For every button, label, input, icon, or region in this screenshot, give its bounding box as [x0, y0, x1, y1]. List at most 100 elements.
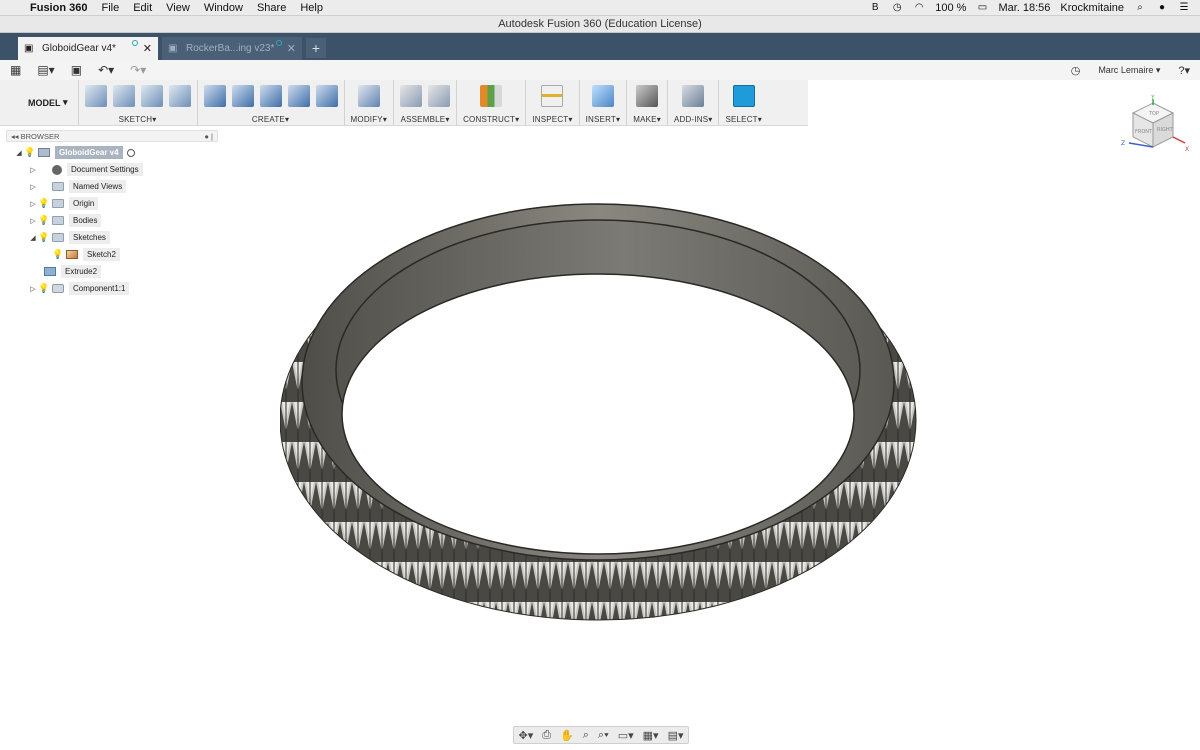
- sweep-icon[interactable]: [315, 85, 338, 107]
- create-menu[interactable]: CREATE▾: [252, 115, 289, 124]
- mirror-icon[interactable]: [168, 85, 191, 107]
- scripts-icon[interactable]: [682, 85, 705, 107]
- battery-icon[interactable]: ▭: [976, 2, 988, 13]
- assemble-menu[interactable]: ASSEMBLE▾: [401, 115, 450, 124]
- tree-root[interactable]: ◢ 💡 GloboidGear v4: [6, 144, 218, 161]
- expand-arrow-icon[interactable]: ▷: [28, 217, 38, 225]
- globoid-gear-model[interactable]: [280, 202, 920, 622]
- visibility-bulb-icon[interactable]: 💡: [24, 147, 35, 158]
- visibility-bulb-icon[interactable]: 💡: [38, 283, 49, 294]
- display-settings-icon[interactable]: ▭▾: [618, 729, 634, 742]
- sketch-icon: [66, 250, 78, 259]
- tab-label: GloboidGear v4*: [42, 43, 116, 54]
- loft-icon[interactable]: [287, 85, 310, 107]
- addins-menu[interactable]: ADD-INS▾: [674, 115, 713, 124]
- wifi-icon[interactable]: ◠: [913, 2, 925, 13]
- select-menu[interactable]: SELECT▾: [725, 115, 762, 124]
- menu-view[interactable]: View: [166, 2, 190, 14]
- zoom-icon[interactable]: ⌕: [583, 729, 589, 742]
- 3d-print-icon[interactable]: [636, 85, 659, 107]
- insert-group: INSERT▾: [580, 80, 628, 125]
- select-icon[interactable]: [732, 85, 755, 107]
- new-component-icon[interactable]: [400, 85, 423, 107]
- expand-arrow-icon[interactable]: ▷: [28, 285, 38, 293]
- rectangle-icon[interactable]: [140, 85, 163, 107]
- menu-help[interactable]: Help: [300, 2, 323, 14]
- collapse-arrow-icon[interactable]: ◢: [28, 234, 38, 242]
- collapse-browser-icon[interactable]: ◂◂: [11, 132, 21, 141]
- measure-icon[interactable]: [541, 85, 564, 107]
- orbit-icon[interactable]: ✥▾: [519, 729, 534, 742]
- tree-item-named-views[interactable]: ▷ Named Views: [6, 178, 218, 195]
- help-icon[interactable]: ?▾: [1178, 64, 1190, 77]
- viewports-icon[interactable]: ▤▾: [668, 729, 684, 742]
- inspect-menu[interactable]: INSPECT▾: [532, 115, 572, 124]
- siri-icon[interactable]: ●: [1156, 2, 1168, 13]
- job-status-icon[interactable]: ◷: [1071, 64, 1081, 77]
- viewcube-right-label: RIGHT: [1157, 127, 1174, 133]
- tree-item-extrude2[interactable]: Extrude2: [6, 263, 218, 280]
- clock[interactable]: Mar. 18:56: [998, 2, 1050, 14]
- close-tab-icon[interactable]: ✕: [287, 42, 296, 55]
- tree-item-document-settings[interactable]: ▷ Document Settings: [6, 161, 218, 178]
- revolve-icon[interactable]: [231, 85, 254, 107]
- data-panel-grid-icon[interactable]: ▦: [10, 63, 21, 77]
- create-group: CREATE▾: [198, 80, 345, 125]
- visibility-bulb-icon[interactable]: 💡: [38, 215, 49, 226]
- account-menu[interactable]: Marc Lemaire ▾: [1098, 65, 1160, 76]
- file-menu-icon[interactable]: ▤▾: [37, 63, 54, 77]
- offset-plane-icon[interactable]: [480, 85, 503, 107]
- tree-item-component1[interactable]: ▷ 💡 Component1:1: [6, 280, 218, 297]
- spotlight-icon[interactable]: ⌕: [1134, 2, 1146, 13]
- tab-rockerbearing[interactable]: ▣ RockerBa...ing v23* ✕: [162, 37, 302, 60]
- 3d-viewport[interactable]: [220, 126, 1200, 724]
- tree-item-sketches[interactable]: ◢ 💡 Sketches: [6, 229, 218, 246]
- sketch-menu[interactable]: SKETCH▾: [119, 115, 157, 124]
- visibility-bulb-icon[interactable]: 💡: [52, 249, 63, 260]
- tab-globoidgear[interactable]: ▣ GloboidGear v4* ✕: [18, 37, 158, 60]
- visibility-bulb-icon[interactable]: 💡: [38, 198, 49, 209]
- close-tab-icon[interactable]: ✕: [143, 42, 152, 55]
- redo-icon[interactable]: ↷▾: [130, 63, 146, 77]
- menu-share[interactable]: Share: [257, 2, 286, 14]
- menu-window[interactable]: Window: [204, 2, 243, 14]
- browser-close-icon[interactable]: |: [209, 132, 213, 141]
- activate-radio[interactable]: [126, 148, 135, 157]
- grid-settings-icon[interactable]: ▦▾: [643, 729, 659, 742]
- create-sketch-icon[interactable]: [84, 85, 107, 107]
- insert-image-icon[interactable]: [591, 85, 614, 107]
- expand-arrow-icon[interactable]: ▷: [28, 166, 38, 174]
- modify-menu[interactable]: MODIFY▾: [351, 115, 388, 124]
- spline-icon[interactable]: [112, 85, 135, 107]
- expand-arrow-icon[interactable]: ◢: [14, 149, 24, 157]
- time-machine-icon[interactable]: ◷: [891, 2, 903, 13]
- undo-icon[interactable]: ↶▾: [98, 63, 114, 77]
- fit-icon[interactable]: ⌕▾: [598, 729, 609, 742]
- app-name-menu[interactable]: Fusion 360: [30, 2, 87, 14]
- extrude-icon[interactable]: [203, 85, 226, 107]
- bluetooth-icon[interactable]: B: [869, 2, 881, 13]
- pan-icon[interactable]: ✋: [560, 729, 574, 742]
- modify-group: MODIFY▾: [345, 80, 395, 125]
- tree-item-bodies[interactable]: ▷ 💡 Bodies: [6, 212, 218, 229]
- press-pull-icon[interactable]: [357, 85, 380, 107]
- visibility-bulb-icon[interactable]: 💡: [38, 232, 49, 243]
- notification-center-icon[interactable]: ☰: [1178, 2, 1190, 13]
- mirror-body-icon[interactable]: [259, 85, 282, 107]
- joint-icon[interactable]: [428, 85, 451, 107]
- insert-menu[interactable]: INSERT▾: [586, 115, 621, 124]
- menu-edit[interactable]: Edit: [133, 2, 152, 14]
- user-menu[interactable]: Krockmitaine: [1060, 2, 1124, 14]
- tree-item-origin[interactable]: ▷ 💡 Origin: [6, 195, 218, 212]
- make-menu[interactable]: MAKE▾: [633, 115, 661, 124]
- save-icon[interactable]: ▣: [71, 63, 82, 77]
- expand-arrow-icon[interactable]: ▷: [28, 200, 38, 208]
- look-at-icon[interactable]: ⎙: [542, 729, 551, 742]
- menu-file[interactable]: File: [101, 2, 119, 14]
- tree-item-sketch2[interactable]: 💡 Sketch2: [6, 246, 218, 263]
- expand-arrow-icon[interactable]: ▷: [28, 183, 38, 191]
- workspace-dropdown[interactable]: MODEL ▾: [8, 80, 79, 125]
- view-cube[interactable]: TOP FRONT RIGHT Y Z X: [1115, 94, 1195, 165]
- new-tab-button[interactable]: +: [306, 38, 326, 58]
- construct-menu[interactable]: CONSTRUCT▾: [463, 115, 519, 124]
